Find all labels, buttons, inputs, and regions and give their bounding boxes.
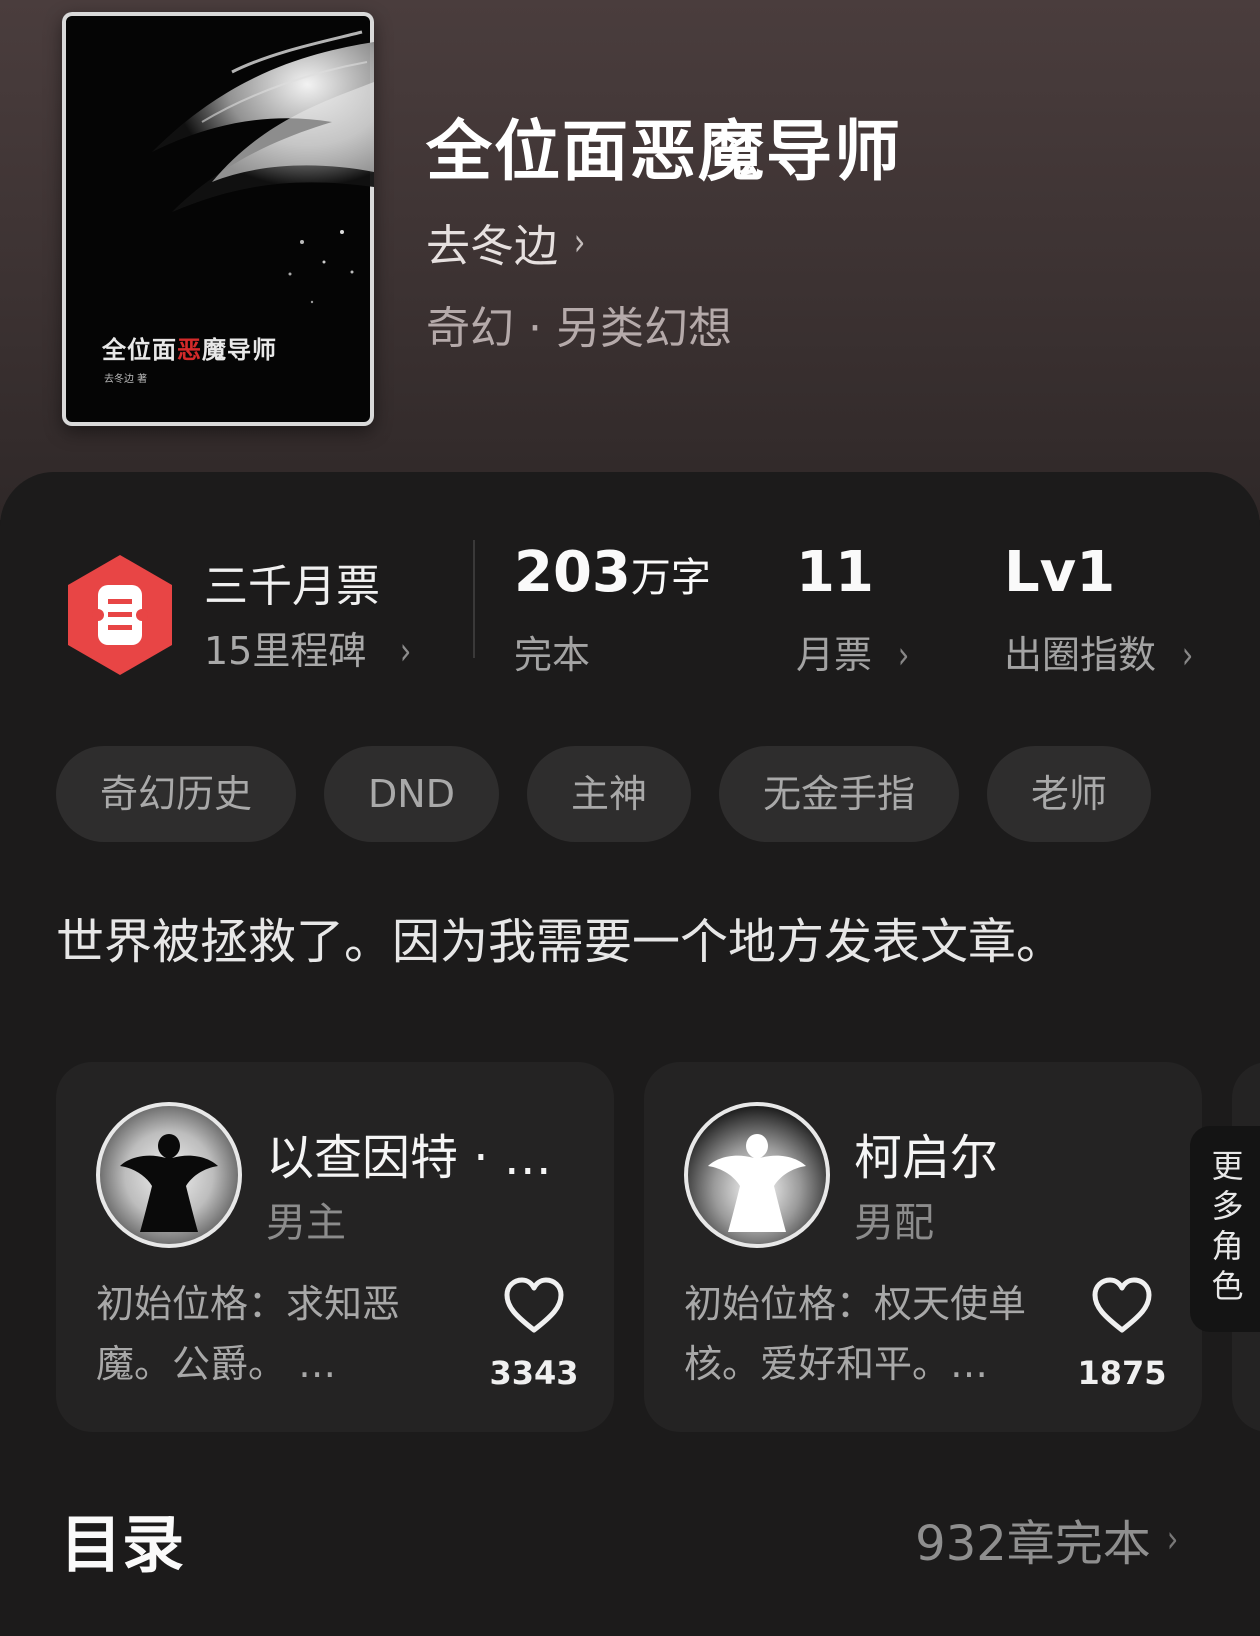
more-characters-button[interactable]: 更多角色 — [1190, 1126, 1260, 1332]
character-role: 男主 — [266, 1200, 346, 1246]
genre-label: 奇幻 · 另类幻想 — [426, 303, 732, 354]
chevron-right-icon: › — [573, 220, 586, 264]
tag-chip[interactable]: DND — [324, 746, 499, 842]
character-description: 初始位格：权天使单核。爱好和平。… — [684, 1282, 1027, 1386]
character-name: 以查因特 · … — [266, 1130, 552, 1186]
character-avatar — [684, 1102, 830, 1248]
character-card[interactable]: 柯启尔 男配 初始位格：权天使单核。爱好和平。… 1875 — [644, 1062, 1202, 1432]
angel-silhouette-icon — [120, 1134, 218, 1232]
ticket-milestone: 15里程碑 — [204, 629, 367, 673]
angel-silhouette-icon — [708, 1134, 806, 1232]
chevron-right-icon: › — [1166, 1517, 1179, 1561]
cover-author: 去冬边 著 — [104, 374, 148, 385]
character-avatar — [96, 1102, 242, 1248]
toc-title: 目录 — [60, 1508, 185, 1581]
popularity-level: Lv1 — [1004, 540, 1116, 605]
like-count: 3343 — [489, 1354, 579, 1392]
chevron-right-icon: › — [400, 629, 412, 673]
cover-title: 全位面恶魔导师 — [102, 335, 277, 364]
chevron-right-icon: › — [898, 633, 910, 677]
character-description: 初始位格：求知恶魔。公爵。 … — [96, 1282, 401, 1386]
monthly-ticket-count: 11 — [796, 540, 874, 605]
heart-icon[interactable] — [1090, 1276, 1154, 1336]
tag-chip[interactable]: 老师 — [987, 746, 1152, 842]
completion-status: 完本 — [514, 633, 591, 677]
tag-chip[interactable]: 奇幻历史 — [56, 746, 297, 842]
book-intro[interactable]: 世界被拯救了。因为我需要一个地方发表文章。 — [56, 902, 1064, 972]
toc-link[interactable]: 932章完本 › — [915, 1504, 1180, 1574]
chevron-right-icon: › — [1182, 633, 1194, 677]
monthly-ticket-link[interactable]: 月票 › — [796, 624, 911, 679]
character-role: 男配 — [854, 1200, 934, 1246]
stats-divider — [473, 540, 475, 658]
author-name: 去冬边 — [426, 221, 558, 272]
tag-list: 奇幻历史 DND 主神 无金手指 老师 — [56, 746, 1152, 842]
tag-chip[interactable]: 主神 — [526, 746, 691, 842]
ticket-title: 三千月票 — [204, 561, 380, 612]
author-link[interactable]: 去冬边 › — [426, 210, 587, 274]
heart-icon[interactable] — [502, 1276, 566, 1336]
monthly-ticket-label: 月票 — [796, 633, 873, 677]
popularity-index-link[interactable]: 出圈指数 › — [1004, 624, 1195, 679]
toc-chapter-count: 932章完本 — [915, 1516, 1151, 1572]
monthly-ticket-badge-icon[interactable] — [64, 553, 176, 677]
like-count: 1875 — [1077, 1354, 1167, 1392]
word-count: 203万字 — [514, 540, 711, 605]
ticket-milestone-link[interactable]: 15里程碑 › — [204, 620, 414, 675]
character-card[interactable]: 以查因特 · … 男主 初始位格：求知恶魔。公爵。 … 3343 — [56, 1062, 614, 1432]
book-title: 全位面恶魔导师 — [426, 112, 902, 190]
popularity-index-label: 出圈指数 — [1004, 633, 1157, 677]
tag-chip[interactable]: 无金手指 — [718, 746, 959, 842]
character-name: 柯启尔 — [854, 1130, 999, 1186]
book-cover[interactable]: 全位面恶魔导师 去冬边 著 — [62, 12, 374, 426]
